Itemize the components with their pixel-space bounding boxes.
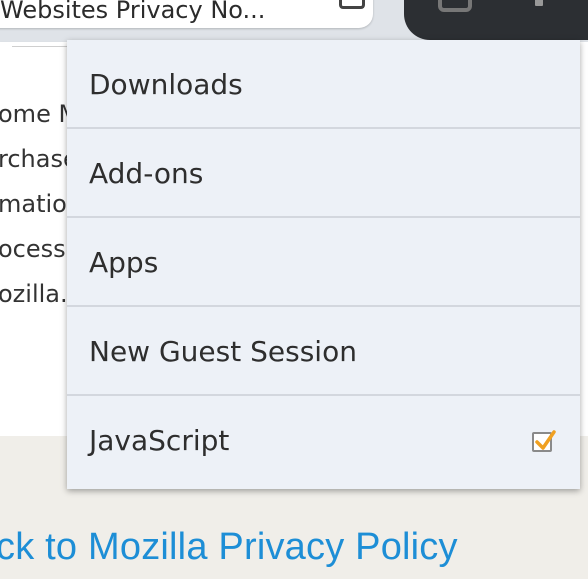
checkmark-icon: [535, 430, 556, 450]
url-bar-title: Websites Privacy No...: [0, 0, 266, 24]
text-line: ocesse: [0, 235, 68, 263]
text-line: ome Mo: [0, 100, 68, 128]
page-text: ome Mo rchase mation ocesse ozilla.: [0, 92, 68, 317]
menu-item-label: JavaScript: [89, 424, 230, 457]
browser-screen: Websites Privacy No... ome Mo rchase mat…: [0, 0, 588, 579]
menu-item-add-ons[interactable]: Add-ons: [67, 129, 580, 218]
menu-item-javascript[interactable]: JavaScript: [67, 396, 580, 485]
menu-item-label: New Guest Session: [89, 335, 357, 368]
browser-toolbar: Websites Privacy No...: [0, 0, 588, 42]
menu-item-label: Downloads: [89, 68, 243, 101]
menu-item-label: Apps: [89, 246, 159, 279]
toolbar-controls: [404, 0, 588, 40]
javascript-checkbox[interactable]: [532, 430, 556, 452]
overflow-menu: Downloads Add-ons Apps New Guest Session…: [67, 40, 580, 489]
url-bar[interactable]: Websites Privacy No...: [0, 0, 373, 28]
menu-item-downloads[interactable]: Downloads: [67, 40, 580, 129]
menu-item-label: Add-ons: [89, 157, 204, 190]
menu-item-new-guest-session[interactable]: New Guest Session: [67, 307, 580, 396]
text-line: rchase: [0, 145, 68, 173]
text-line: mation: [0, 190, 68, 218]
tabs-icon[interactable]: [438, 0, 472, 12]
text-line: ozilla.: [0, 280, 68, 308]
menu-item-apps[interactable]: Apps: [67, 218, 580, 307]
back-to-privacy-policy-link[interactable]: ck to Mozilla Privacy Policy: [0, 526, 458, 569]
overflow-menu-icon[interactable]: [535, 0, 543, 12]
reader-view-icon[interactable]: [339, 0, 365, 9]
